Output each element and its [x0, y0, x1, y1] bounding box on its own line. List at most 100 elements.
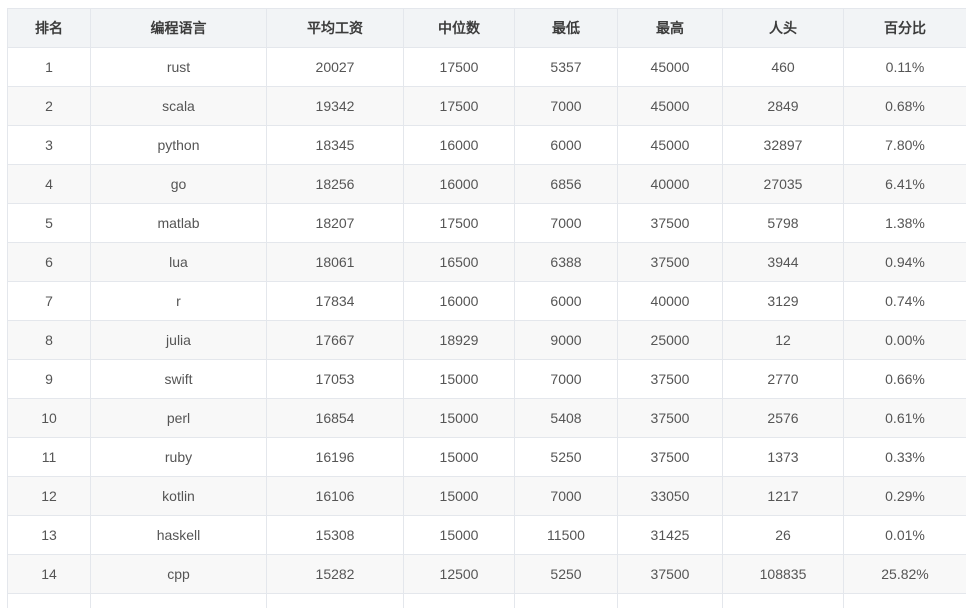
cell-median: 16000 [404, 126, 515, 165]
table-row: 3python1834516000600045000328977.80% [8, 126, 967, 165]
cell-headcount: 1217 [723, 477, 844, 516]
cell-percentage: 0.68% [844, 87, 967, 126]
cell-percentage: 0.01% [844, 516, 967, 555]
cell-headcount: 27035 [723, 165, 844, 204]
cell-rank: 2 [8, 87, 91, 126]
cell-median: 15000 [404, 360, 515, 399]
cell-min: 5250 [515, 438, 618, 477]
cell-max: 45000 [618, 48, 723, 87]
cell-median: 16000 [404, 165, 515, 204]
table-row: 10perl168541500054083750025760.61% [8, 399, 967, 438]
cell-language: swift [91, 360, 267, 399]
cell-median: 15000 [404, 399, 515, 438]
cell-rank: 10 [8, 399, 91, 438]
cell-max: 37500 [618, 399, 723, 438]
cell-percentage [844, 594, 967, 608]
cell-average-salary: 16106 [267, 477, 404, 516]
cell-rank: 9 [8, 360, 91, 399]
salary-table: 排名 编程语言 平均工资 中位数 最低 最高 人头 百分比 1rust20027… [7, 8, 966, 608]
cell-percentage: 0.74% [844, 282, 967, 321]
cell-language: go [91, 165, 267, 204]
cell-max: 25000 [618, 321, 723, 360]
cell-language: matlab [91, 204, 267, 243]
cell-headcount: 3944 [723, 243, 844, 282]
cell-rank: 3 [8, 126, 91, 165]
cell-language: haskell [91, 516, 267, 555]
cell-max: 37500 [618, 204, 723, 243]
cell-rank: 8 [8, 321, 91, 360]
cell-min: 6000 [515, 282, 618, 321]
cell-average-salary: 20027 [267, 48, 404, 87]
cell-min: 9000 [515, 321, 618, 360]
cell-headcount: 5798 [723, 204, 844, 243]
cell-average-salary: 19342 [267, 87, 404, 126]
cell-max: 37500 [618, 360, 723, 399]
cell-language: lua [91, 243, 267, 282]
cell-average-salary: 18207 [267, 204, 404, 243]
cell-average-salary: 17667 [267, 321, 404, 360]
salary-table-container: 排名 编程语言 平均工资 中位数 最低 最高 人头 百分比 1rust20027… [7, 8, 966, 608]
cell-max: 37500 [618, 555, 723, 594]
cell-rank: 4 [8, 165, 91, 204]
cell-language: python [91, 126, 267, 165]
table-row: 14cpp152821250052503750010883525.82% [8, 555, 967, 594]
cell-min: 5357 [515, 48, 618, 87]
cell-language: ruby [91, 438, 267, 477]
header-median: 中位数 [404, 9, 515, 48]
cell-language: scala [91, 87, 267, 126]
cell-min: 6000 [515, 126, 618, 165]
cell-average-salary: 16854 [267, 399, 404, 438]
table-row [8, 594, 967, 608]
cell-min: 5250 [515, 555, 618, 594]
cell-rank: 5 [8, 204, 91, 243]
cell-percentage: 0.66% [844, 360, 967, 399]
cell-median: 16500 [404, 243, 515, 282]
cell-rank: 7 [8, 282, 91, 321]
cell-percentage: 0.61% [844, 399, 967, 438]
header-language: 编程语言 [91, 9, 267, 48]
table-row: 7r178341600060004000031290.74% [8, 282, 967, 321]
table-header: 排名 编程语言 平均工资 中位数 最低 最高 人头 百分比 [8, 9, 967, 48]
cell-min [515, 594, 618, 608]
cell-average-salary: 18345 [267, 126, 404, 165]
cell-average-salary: 15308 [267, 516, 404, 555]
table-row: 5matlab182071750070003750057981.38% [8, 204, 967, 243]
cell-percentage: 0.33% [844, 438, 967, 477]
cell-rank [8, 594, 91, 608]
cell-language: cpp [91, 555, 267, 594]
header-headcount: 人头 [723, 9, 844, 48]
cell-headcount: 32897 [723, 126, 844, 165]
cell-average-salary: 15282 [267, 555, 404, 594]
cell-min: 7000 [515, 204, 618, 243]
cell-max: 40000 [618, 282, 723, 321]
cell-headcount: 108835 [723, 555, 844, 594]
cell-max: 40000 [618, 165, 723, 204]
cell-average-salary: 17053 [267, 360, 404, 399]
header-average-salary: 平均工资 [267, 9, 404, 48]
cell-median: 15000 [404, 438, 515, 477]
header-percentage: 百分比 [844, 9, 967, 48]
cell-rank: 14 [8, 555, 91, 594]
cell-percentage: 0.29% [844, 477, 967, 516]
cell-median: 15000 [404, 477, 515, 516]
cell-language: perl [91, 399, 267, 438]
table-row: 6lua180611650063883750039440.94% [8, 243, 967, 282]
table-row: 12kotlin161061500070003305012170.29% [8, 477, 967, 516]
cell-rank: 12 [8, 477, 91, 516]
cell-median: 15000 [404, 516, 515, 555]
cell-max: 31425 [618, 516, 723, 555]
cell-headcount: 3129 [723, 282, 844, 321]
cell-min: 11500 [515, 516, 618, 555]
cell-headcount: 460 [723, 48, 844, 87]
table-row: 11ruby161961500052503750013730.33% [8, 438, 967, 477]
cell-percentage: 0.11% [844, 48, 967, 87]
table-row: 8julia1766718929900025000120.00% [8, 321, 967, 360]
header-rank: 排名 [8, 9, 91, 48]
header-min: 最低 [515, 9, 618, 48]
cell-percentage: 7.80% [844, 126, 967, 165]
cell-median: 18929 [404, 321, 515, 360]
cell-min: 7000 [515, 477, 618, 516]
cell-min: 5408 [515, 399, 618, 438]
cell-percentage: 1.38% [844, 204, 967, 243]
cell-language: kotlin [91, 477, 267, 516]
